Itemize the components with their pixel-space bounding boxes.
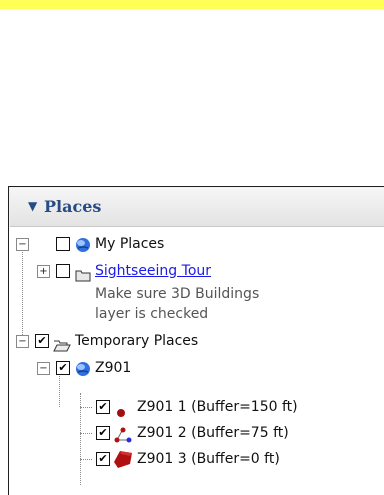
expand-box-icon[interactable]: + — [37, 265, 50, 278]
z901-1-label: Z901 1 (Buffer=150 ft) — [137, 399, 298, 415]
z901-2-checkbox[interactable]: ✔ — [96, 426, 110, 440]
z901-1-checkbox[interactable]: ✔ — [96, 400, 110, 414]
temporary-places-checkbox[interactable]: ✔ — [35, 334, 49, 348]
collapse-box-icon[interactable]: − — [16, 238, 29, 251]
sightseeing-description-line1: Make sure 3D Buildings — [95, 286, 260, 302]
collapse-box-icon[interactable]: − — [16, 335, 29, 348]
z901-label: Z901 — [95, 360, 132, 376]
polygon-icon — [113, 449, 133, 478]
z901-2-label: Z901 2 (Buffer=75 ft) — [137, 425, 289, 441]
sightseeing-description-line2: layer is checked — [95, 306, 209, 322]
tree-item-z901-1[interactable]: ✔ Z901 1 (Buffer=150 ft) — [9, 394, 384, 420]
tree-item-z901-3[interactable]: ✔ Z901 3 (Buffer=0 ft) — [9, 446, 384, 472]
collapse-triangle-icon[interactable]: ▼ — [28, 199, 37, 213]
folder-icon — [75, 265, 91, 291]
places-header[interactable]: ▼ Places — [10, 188, 384, 227]
sightseeing-checkbox[interactable] — [56, 264, 70, 278]
places-tree: − My Places + Sightseeing Tour Make sure… — [9, 227, 384, 495]
highlight-strip — [0, 0, 384, 9]
tree-item-my-places[interactable]: − My Places — [9, 231, 384, 257]
z901-checkbox[interactable]: ✔ — [56, 361, 70, 375]
temporary-places-label: Temporary Places — [75, 333, 199, 349]
z901-3-checkbox[interactable]: ✔ — [96, 452, 110, 466]
my-places-checkbox[interactable] — [56, 237, 70, 251]
tree-item-z901[interactable]: − ✔ Z901 — [9, 355, 384, 381]
tree-item-z901-2[interactable]: ✔ Z901 2 (Buffer=75 ft) — [9, 420, 384, 446]
places-title: Places — [44, 197, 102, 216]
globe-icon — [75, 360, 91, 386]
my-places-label: My Places — [95, 236, 165, 252]
tree-item-temporary-places[interactable]: − ✔ Temporary Places — [9, 328, 384, 354]
places-panel: ▼ Places − My Places + Sightseeing Tour — [8, 186, 384, 495]
sightseeing-link[interactable]: Sightseeing Tour — [95, 258, 211, 284]
collapse-box-icon[interactable]: − — [37, 362, 50, 375]
z901-3-label: Z901 3 (Buffer=0 ft) — [137, 451, 280, 467]
tree-item-sightseeing-tour[interactable]: + Sightseeing Tour — [9, 258, 384, 284]
